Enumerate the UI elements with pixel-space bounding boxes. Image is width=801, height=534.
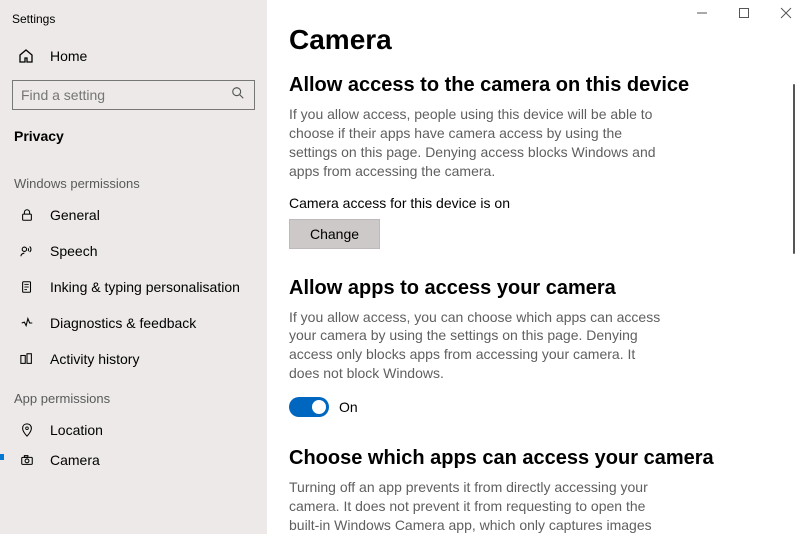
sidebar-item-camera[interactable]: Camera bbox=[0, 448, 267, 466]
section2-description: If you allow access, you can choose whic… bbox=[289, 308, 669, 384]
sidebar-item-label: Location bbox=[50, 422, 103, 438]
camera-access-status: Camera access for this device is on bbox=[289, 195, 773, 211]
home-nav[interactable]: Home bbox=[0, 38, 267, 74]
activity-icon bbox=[18, 352, 36, 366]
speech-icon bbox=[18, 244, 36, 258]
allow-apps-toggle[interactable] bbox=[289, 397, 329, 417]
search-input[interactable] bbox=[12, 80, 255, 110]
minimize-button[interactable] bbox=[693, 4, 711, 22]
scrollbar[interactable] bbox=[793, 84, 795, 254]
section1-description: If you allow access, people using this d… bbox=[289, 105, 669, 181]
sidebar-item-diagnostics[interactable]: Diagnostics & feedback bbox=[0, 305, 267, 341]
home-label: Home bbox=[50, 48, 87, 64]
sidebar-item-label: Inking & typing personalisation bbox=[50, 279, 240, 295]
sidebar: Settings Home Privacy Windows permission… bbox=[0, 0, 267, 534]
sidebar-item-general[interactable]: General bbox=[0, 197, 267, 233]
section1-heading: Allow access to the camera on this devic… bbox=[289, 74, 773, 97]
section-app-permissions: App permissions bbox=[0, 377, 267, 412]
sidebar-item-label: Camera bbox=[50, 452, 100, 466]
search-container bbox=[12, 80, 255, 110]
sidebar-item-inking[interactable]: Inking & typing personalisation bbox=[0, 269, 267, 305]
sidebar-item-label: Diagnostics & feedback bbox=[50, 315, 196, 331]
section-windows-permissions: Windows permissions bbox=[0, 162, 267, 197]
sidebar-item-speech[interactable]: Speech bbox=[0, 233, 267, 269]
window-controls bbox=[693, 4, 795, 22]
category-title: Privacy bbox=[0, 122, 267, 162]
window-title: Settings bbox=[0, 8, 267, 38]
sidebar-item-label: General bbox=[50, 207, 100, 223]
content-area: Camera Allow access to the camera on thi… bbox=[267, 0, 801, 534]
sidebar-item-label: Speech bbox=[50, 243, 97, 259]
maximize-button[interactable] bbox=[735, 4, 753, 22]
diagnostics-icon bbox=[18, 316, 36, 330]
section3-description: Turning off an app prevents it from dire… bbox=[289, 478, 669, 534]
location-icon bbox=[18, 423, 36, 437]
toggle-label: On bbox=[339, 399, 358, 415]
sidebar-item-label: Activity history bbox=[50, 351, 139, 367]
page-title: Camera bbox=[289, 24, 773, 56]
home-icon bbox=[18, 48, 36, 64]
section2-heading: Allow apps to access your camera bbox=[289, 277, 773, 300]
camera-icon bbox=[18, 453, 36, 466]
inking-icon bbox=[18, 280, 36, 294]
sidebar-item-location[interactable]: Location bbox=[0, 412, 267, 448]
sidebar-item-activity[interactable]: Activity history bbox=[0, 341, 267, 377]
close-button[interactable] bbox=[777, 4, 795, 22]
search-icon bbox=[231, 86, 247, 102]
change-button[interactable]: Change bbox=[289, 219, 380, 249]
section3-heading: Choose which apps can access your camera bbox=[289, 447, 773, 470]
allow-apps-toggle-row: On bbox=[289, 397, 773, 417]
lock-icon bbox=[18, 208, 36, 222]
